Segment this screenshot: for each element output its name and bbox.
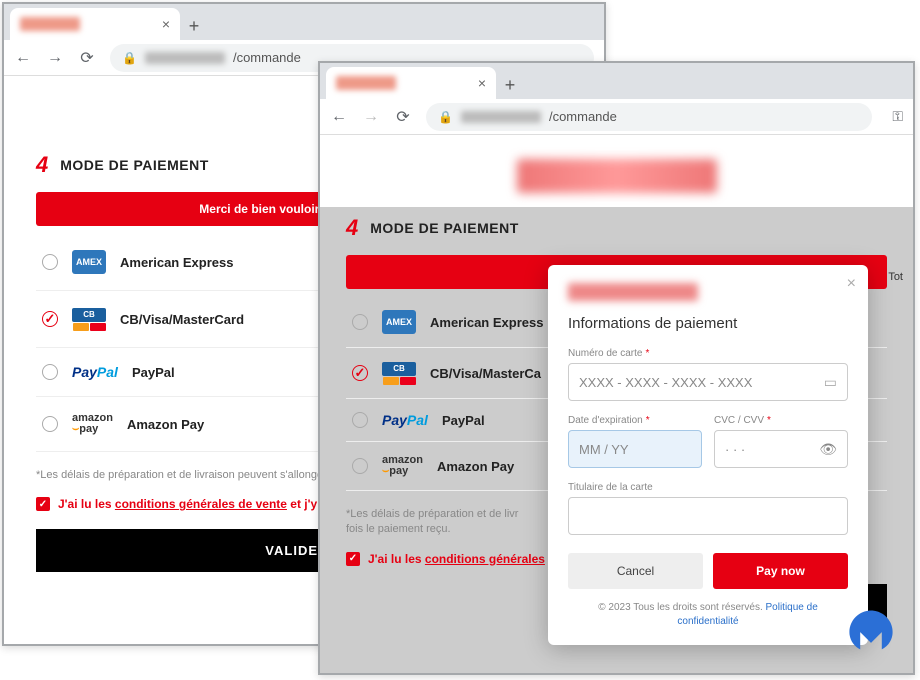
radio-checked-icon[interactable] <box>352 365 368 381</box>
modal-footer: © 2023 Tous les droits sont réservés. Po… <box>568 601 848 629</box>
malwarebytes-logo-icon <box>844 604 898 658</box>
radio-unchecked-icon[interactable] <box>352 412 368 428</box>
payment-label: CB/Visa/MasterCard <box>120 312 244 327</box>
card-number-label: Numéro de carte* <box>568 348 848 359</box>
checkbox-checked-icon[interactable]: ✓ <box>346 552 360 566</box>
payment-label: PayPal <box>442 413 485 428</box>
terms-link[interactable]: conditions générales de vente <box>115 497 287 511</box>
payment-label: PayPal <box>132 365 175 380</box>
radio-checked-icon[interactable] <box>42 311 58 327</box>
card-number-input[interactable]: XXXX - XXXX - XXXX - XXXX ▭ <box>568 363 848 401</box>
lock-icon: 🔒 <box>438 110 453 124</box>
url-field[interactable]: 🔒 /commande <box>426 103 872 131</box>
payment-label: American Express <box>120 255 233 270</box>
amazonpay-logo-icon: amazon⌣pay <box>382 455 423 477</box>
forward-icon[interactable]: → <box>46 49 64 67</box>
key-icon[interactable]: ⚿ <box>892 108 903 125</box>
radio-unchecked-icon[interactable] <box>352 314 368 330</box>
cardholder-label: Titulaire de la carte <box>568 482 848 493</box>
amex-logo-icon: AMEX <box>72 250 106 274</box>
payment-label: Amazon Pay <box>127 417 204 432</box>
terms-link[interactable]: conditions générales <box>425 552 545 566</box>
reload-icon[interactable]: ⟳ <box>394 107 412 127</box>
page-body: 4 MODE DE PAIEMENT Merci de bien vou AME… <box>320 135 913 673</box>
payment-label: Amazon Pay <box>437 459 514 474</box>
radio-unchecked-icon[interactable] <box>42 416 58 432</box>
address-bar: ← → ⟳ 🔒 /commande ⚿ <box>320 99 913 135</box>
paypal-logo-icon: PayPal <box>382 412 428 428</box>
browser-tab[interactable]: × <box>10 8 180 40</box>
radio-unchecked-icon[interactable] <box>352 458 368 474</box>
tab-strip: × + <box>4 4 604 40</box>
browser-tab[interactable]: × <box>326 67 496 99</box>
cardholder-input[interactable] <box>568 497 848 535</box>
cb-logo-icon: CB <box>72 307 106 331</box>
cancel-button[interactable]: Cancel <box>568 553 703 589</box>
url-host-blurred <box>461 111 541 123</box>
merchant-name-blurred <box>568 283 698 301</box>
close-tab-icon[interactable]: × <box>478 75 486 91</box>
site-logo-blurred <box>517 159 717 193</box>
back-icon[interactable]: ← <box>330 108 348 126</box>
step-header: 4 MODE DE PAIEMENT <box>346 215 887 241</box>
cvc-input[interactable]: · · · 👁 <box>714 430 848 468</box>
tab-strip: × + <box>320 63 913 99</box>
expiry-label: Date d'expiration* <box>568 415 702 426</box>
modal-title: Informations de paiement <box>568 315 848 332</box>
placeholder-text: · · · <box>725 442 745 457</box>
back-icon[interactable]: ← <box>14 49 32 67</box>
consent-text: J'ai lu les <box>58 497 115 511</box>
forward-icon: → <box>362 108 380 126</box>
new-tab-button[interactable]: + <box>180 12 208 40</box>
tab-title-blurred <box>20 17 80 31</box>
pay-now-button[interactable]: Pay now <box>713 553 848 589</box>
cb-logo-icon: CB <box>382 361 416 385</box>
eye-off-icon[interactable]: 👁 <box>819 441 837 458</box>
amex-logo-icon: AMEX <box>382 310 416 334</box>
new-tab-button[interactable]: + <box>496 71 524 99</box>
radio-unchecked-icon[interactable] <box>42 254 58 270</box>
expiry-input[interactable]: MM / YY <box>568 430 702 468</box>
step-title: MODE DE PAIEMENT <box>370 220 519 236</box>
credit-card-icon: ▭ <box>824 374 837 391</box>
url-path: /commande <box>233 50 301 65</box>
placeholder-text: MM / YY <box>579 442 629 457</box>
url-path: /commande <box>549 109 617 124</box>
amazonpay-logo-icon: amazon⌣pay <box>72 413 113 435</box>
url-host-blurred <box>145 52 225 64</box>
close-tab-icon[interactable]: × <box>162 16 170 32</box>
payment-label: CB/Visa/MasterCa <box>430 366 541 381</box>
tab-title-blurred <box>336 76 396 90</box>
step-number: 4 <box>36 152 48 178</box>
cart-total-label: Tot <box>888 271 903 283</box>
close-icon[interactable]: × <box>847 275 856 293</box>
consent-text: J'ai lu les <box>368 552 425 566</box>
radio-unchecked-icon[interactable] <box>42 364 58 380</box>
cvc-label: CVC / CVV* <box>714 415 848 426</box>
payment-label: American Express <box>430 315 543 330</box>
lock-icon: 🔒 <box>122 51 137 65</box>
checkbox-checked-icon[interactable]: ✓ <box>36 497 50 511</box>
payment-modal: × Informations de paiement Numéro de car… <box>548 265 868 645</box>
paypal-logo-icon: PayPal <box>72 364 118 380</box>
step-number: 4 <box>346 215 358 241</box>
browser-window-foreground: × + ← → ⟳ 🔒 /commande ⚿ 4 MODE DE PAIEME… <box>318 61 915 675</box>
placeholder-text: XXXX - XXXX - XXXX - XXXX <box>579 375 752 390</box>
reload-icon[interactable]: ⟳ <box>78 48 96 68</box>
step-title: MODE DE PAIEMENT <box>60 157 209 173</box>
